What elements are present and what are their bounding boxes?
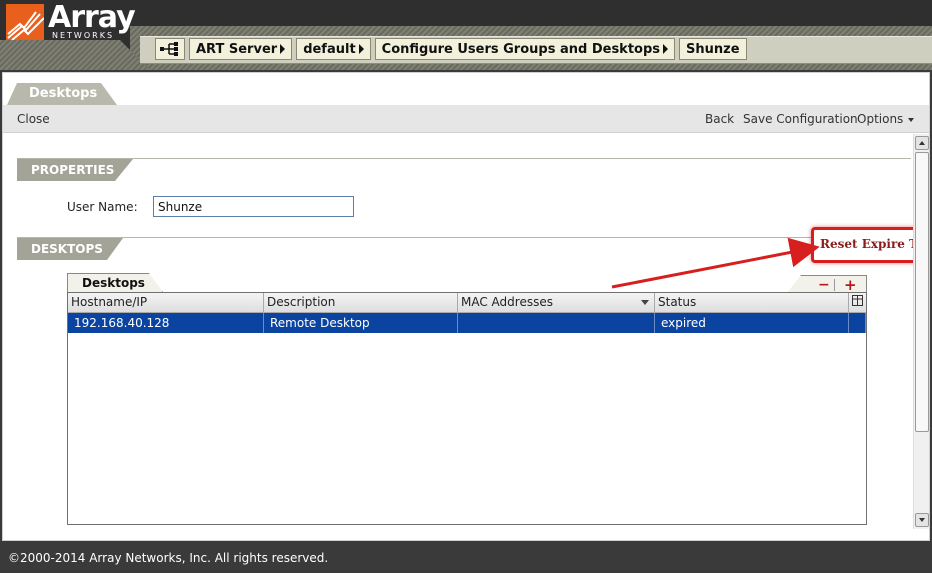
- grid-header: Hostname/IP Description MAC Addresses St…: [68, 293, 866, 313]
- cell-status: expired: [655, 313, 849, 333]
- toolbar: Close Back Save Configuration Options: [3, 105, 929, 133]
- grid-tab-desktops: Desktops: [67, 273, 163, 292]
- section-divider: [17, 158, 911, 159]
- footer: ©2000-2014 Array Networks, Inc. All righ…: [0, 543, 932, 573]
- desktops-grid: Hostname/IP Description MAC Addresses St…: [67, 292, 867, 525]
- copyright-text: ©2000-2014 Array Networks, Inc. All righ…: [8, 551, 329, 565]
- scroll-down-icon[interactable]: [915, 513, 929, 527]
- reset-expire-time-link[interactable]: Reset Expire Tim: [820, 237, 913, 251]
- scroll-thumb[interactable]: [915, 152, 929, 432]
- column-header-hostname[interactable]: Hostname/IP: [68, 293, 264, 312]
- breadcrumb-configure[interactable]: Configure Users Groups and Desktops: [374, 38, 676, 60]
- table-row[interactable]: 192.168.40.128 Remote Desktop expired: [68, 313, 866, 333]
- column-header-label: MAC Addresses: [461, 295, 553, 309]
- reset-expire-highlight: Reset Expire Tim: [811, 227, 913, 263]
- column-header-mac[interactable]: MAC Addresses: [458, 293, 655, 312]
- properties-section-title: PROPERTIES: [17, 159, 133, 181]
- breadcrumb-label: ART Server: [196, 41, 278, 57]
- cell-hostname: 192.168.40.128: [68, 313, 264, 333]
- breadcrumb-network-tree[interactable]: [155, 38, 185, 60]
- user-name-input[interactable]: [153, 196, 354, 217]
- action-separator: [834, 279, 835, 291]
- breadcrumb-arrow-icon: [663, 44, 669, 54]
- breadcrumb-label: Shunze: [686, 41, 740, 57]
- logo-text: Array: [48, 0, 136, 35]
- logo-mark-icon: [6, 4, 44, 40]
- page-tab-desktops[interactable]: Desktops: [7, 83, 117, 105]
- save-configuration-button[interactable]: Save Configuration: [743, 112, 858, 126]
- array-networks-logo: Array NETWORKS: [4, 0, 144, 42]
- network-tree-icon: [160, 42, 178, 56]
- grid-actions: − +: [787, 275, 867, 293]
- breadcrumb-default[interactable]: default: [296, 38, 371, 60]
- breadcrumb-art-server[interactable]: ART Server: [189, 38, 293, 60]
- cell-filler: [849, 313, 866, 333]
- column-header-status[interactable]: Status: [655, 293, 849, 312]
- close-button[interactable]: Close: [17, 112, 50, 126]
- breadcrumb: ART Server default Configure Users Group…: [155, 38, 747, 61]
- vertical-scrollbar[interactable]: [913, 134, 929, 529]
- cell-description: Remote Desktop: [264, 313, 458, 333]
- remove-desktop-button[interactable]: −: [818, 277, 830, 293]
- section-divider: [17, 237, 911, 238]
- caret-down-icon: [908, 117, 915, 122]
- user-name-label: User Name:: [67, 200, 138, 214]
- breadcrumb-user[interactable]: Shunze: [679, 38, 747, 60]
- scroll-up-icon[interactable]: [915, 136, 929, 150]
- options-label: Options: [857, 112, 904, 126]
- content-area: PROPERTIES User Name: DESKTOPS Reset Exp…: [3, 134, 913, 540]
- breadcrumb-arrow-icon: [358, 44, 364, 54]
- column-header-description[interactable]: Description: [264, 293, 458, 312]
- breadcrumb-label: Configure Users Groups and Desktops: [381, 41, 661, 57]
- breadcrumb-arrow-icon: [280, 44, 286, 54]
- logo-subtext: NETWORKS: [52, 31, 115, 40]
- column-menu-caret-icon[interactable]: [641, 300, 649, 305]
- main-panel: Desktops Close Back Save Configuration O…: [2, 72, 930, 541]
- column-chooser-icon: [852, 295, 863, 306]
- back-button[interactable]: Back: [705, 112, 734, 126]
- desktops-section-title: DESKTOPS: [17, 238, 123, 260]
- column-chooser[interactable]: [849, 293, 866, 312]
- cell-mac: [458, 313, 655, 333]
- header-pattern-left: [0, 40, 150, 70]
- breadcrumb-label: default: [303, 41, 356, 57]
- options-menu[interactable]: Options: [857, 112, 915, 126]
